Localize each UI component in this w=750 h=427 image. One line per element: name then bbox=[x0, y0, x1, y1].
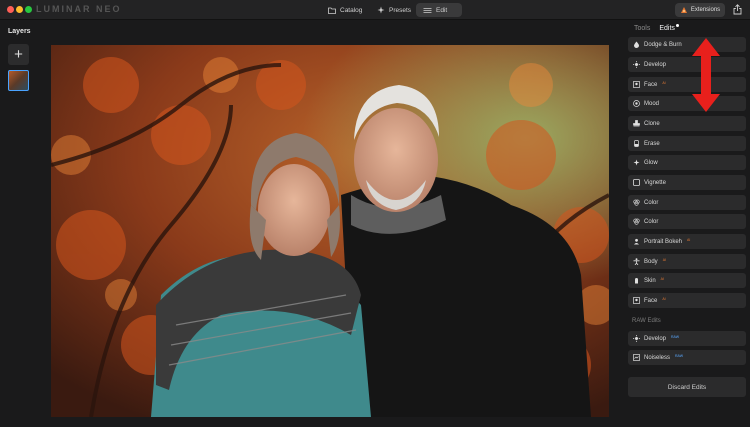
edit-item-color[interactable]: Color bbox=[628, 195, 746, 210]
edit-item-skin[interactable]: Skin AI bbox=[628, 273, 746, 288]
edit-item-body[interactable]: Body AI bbox=[628, 254, 746, 269]
tab-edits-label: Edits bbox=[659, 25, 675, 32]
presets-label: Presets bbox=[389, 6, 412, 14]
edit-item-label: Dodge & Burn bbox=[644, 41, 682, 48]
discard-edits-button[interactable]: Discard Edits bbox=[628, 377, 746, 397]
edit-item-label: Body bbox=[644, 258, 658, 265]
body-icon bbox=[633, 258, 640, 265]
color-icon bbox=[633, 199, 640, 206]
edit-item-portrait-bokeh[interactable]: Portrait Bokeh AI bbox=[628, 234, 746, 249]
edit-item-label: Clone bbox=[644, 120, 660, 127]
edit-item-face-2[interactable]: Face AI bbox=[628, 293, 746, 308]
photo-canvas[interactable] bbox=[51, 45, 609, 417]
portrait-photo bbox=[51, 45, 609, 417]
presets-button[interactable]: Presets bbox=[370, 3, 418, 17]
edit-item-label: Skin bbox=[644, 277, 656, 284]
edit-item-face[interactable]: Face AI bbox=[628, 77, 746, 92]
raw-badge: RAW bbox=[671, 334, 680, 339]
zoom-window-button[interactable] bbox=[25, 6, 32, 13]
sparkle-icon bbox=[377, 6, 385, 14]
extensions-label: Extensions bbox=[690, 7, 721, 13]
edit-item-label: Develop bbox=[644, 61, 667, 68]
edit-item-label: Erase bbox=[644, 140, 660, 147]
add-layer-button[interactable]: + bbox=[8, 44, 29, 65]
sun-icon bbox=[633, 335, 640, 342]
edit-item-dodge-burn[interactable]: Dodge & Burn bbox=[628, 37, 746, 52]
vignette-icon bbox=[633, 179, 640, 186]
ai-badge: AI bbox=[687, 237, 691, 242]
sun-icon bbox=[633, 61, 640, 68]
noise-icon bbox=[633, 354, 640, 361]
raw-edits-title: RAW Edits bbox=[632, 318, 661, 324]
face-icon bbox=[633, 297, 640, 304]
edit-item-label: Face bbox=[644, 81, 658, 88]
edit-button[interactable]: Edit bbox=[416, 3, 462, 17]
skin-icon bbox=[633, 277, 640, 284]
edit-item-mood[interactable]: Mood bbox=[628, 96, 746, 111]
sliders-icon bbox=[423, 7, 432, 13]
edit-item-develop[interactable]: Develop bbox=[628, 57, 746, 72]
mood-icon bbox=[633, 100, 640, 107]
edit-item-erase[interactable]: Erase bbox=[628, 136, 746, 151]
edits-indicator-dot bbox=[675, 24, 679, 27]
minimize-window-button[interactable] bbox=[16, 6, 23, 13]
layer-thumbnail[interactable] bbox=[8, 70, 29, 91]
edit-item-label: Portrait Bokeh bbox=[644, 238, 683, 245]
extensions-icon bbox=[680, 7, 687, 13]
bokeh-icon bbox=[633, 238, 640, 245]
glow-icon bbox=[633, 159, 640, 166]
edit-item-label: Develop bbox=[644, 335, 667, 342]
edit-item-label: Mood bbox=[644, 100, 660, 107]
edit-item-glow[interactable]: Glow bbox=[628, 155, 746, 170]
edit-item-label: Vignette bbox=[644, 179, 666, 186]
eraser-icon bbox=[633, 140, 640, 147]
edit-item-label: Face bbox=[644, 297, 658, 304]
tab-tools[interactable]: Tools bbox=[634, 25, 650, 32]
share-icon[interactable] bbox=[733, 4, 742, 15]
edit-item-label: Glow bbox=[644, 159, 658, 166]
ai-badge: AI bbox=[662, 296, 666, 301]
raw-edit-noiseless[interactable]: Noiseless RAW bbox=[628, 350, 746, 365]
ai-badge: AI bbox=[662, 257, 666, 262]
ai-badge: AI bbox=[660, 276, 664, 281]
raw-badge: RAW bbox=[675, 353, 684, 358]
tab-edits[interactable]: Edits bbox=[659, 24, 679, 32]
stamp-icon bbox=[633, 120, 640, 127]
drop-icon bbox=[633, 41, 640, 48]
annotation-double-arrow bbox=[692, 38, 720, 112]
catalog-label: Catalog bbox=[340, 6, 363, 14]
close-window-button[interactable] bbox=[7, 6, 14, 13]
edit-item-vignette[interactable]: Vignette bbox=[628, 175, 746, 190]
edit-item-label: Noiseless bbox=[644, 354, 671, 361]
edit-label: Edit bbox=[436, 6, 448, 14]
folder-icon bbox=[328, 7, 336, 14]
raw-edit-develop[interactable]: Develop RAW bbox=[628, 331, 746, 346]
color-icon bbox=[633, 218, 640, 225]
layers-title: Layers bbox=[8, 28, 31, 35]
edit-item-label: Color bbox=[644, 218, 659, 225]
edit-item-label: Color bbox=[644, 199, 659, 206]
app-logo: LUMINAR NEO bbox=[36, 4, 122, 14]
extensions-button[interactable]: Extensions bbox=[675, 3, 725, 17]
catalog-button[interactable]: Catalog bbox=[321, 3, 369, 17]
edit-item-clone[interactable]: Clone bbox=[628, 116, 746, 131]
face-icon bbox=[633, 81, 640, 88]
ai-badge: AI bbox=[662, 80, 666, 85]
panel-tabs: Tools Edits bbox=[634, 24, 679, 32]
title-bar: LUMINAR NEO Catalog Presets Edit Extensi… bbox=[0, 0, 750, 20]
edit-item-color-2[interactable]: Color bbox=[628, 214, 746, 229]
plus-icon: + bbox=[14, 46, 23, 63]
